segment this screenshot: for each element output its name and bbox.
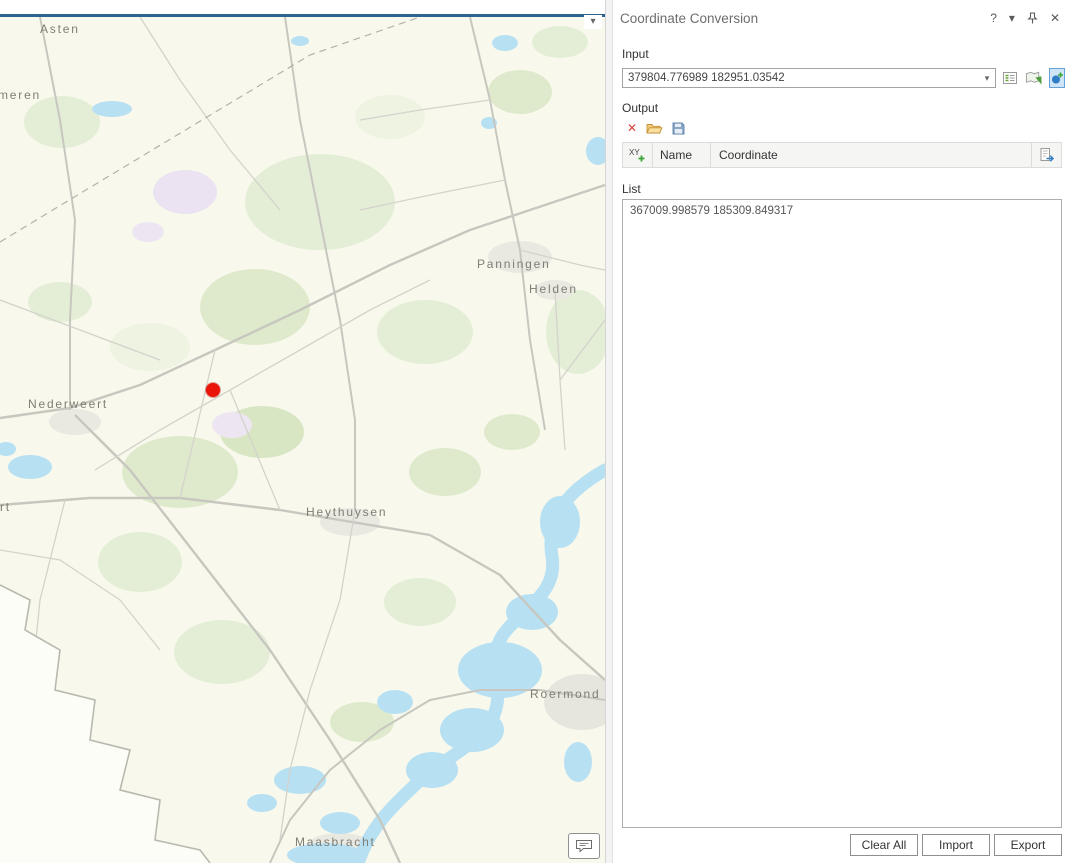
save-icon[interactable] <box>672 122 685 135</box>
clear-all-button[interactable]: Clear All <box>850 834 918 856</box>
table-options-icon[interactable] <box>1031 143 1061 167</box>
map-label: rt <box>0 500 11 514</box>
add-coordinate-type-icon[interactable]: XY <box>623 143 653 167</box>
map-label: Asten <box>40 22 80 36</box>
panel-header-icons: ? ▾ ✕ <box>990 11 1060 25</box>
delete-icon[interactable]: ✕ <box>627 121 637 135</box>
map-notes-button[interactable] <box>568 833 600 859</box>
combo-dropdown-icon[interactable]: ▾ <box>981 71 993 85</box>
map-pane: ▾ Asten meren Panningen Helden Nederweer… <box>0 0 605 863</box>
output-toolbar: ✕ <box>627 119 1068 137</box>
coordinate-input-combo[interactable]: ▾ <box>622 68 996 88</box>
panel-buttons: Clear All Import Export <box>613 834 1062 856</box>
close-icon[interactable]: ✕ <box>1050 11 1060 25</box>
chevron-down-icon[interactable]: ▾ <box>1009 11 1015 25</box>
map-label: Panningen <box>477 257 551 271</box>
output-label: Output <box>622 101 659 115</box>
map-label: Maasbracht <box>295 835 376 849</box>
map-label: Helden <box>529 282 578 296</box>
list-label: List <box>622 182 641 196</box>
coordinate-column-header[interactable]: Coordinate <box>711 143 1031 167</box>
map-label: Heythuysen <box>306 505 388 519</box>
input-label: Input <box>622 47 649 61</box>
list-item[interactable]: 367009.998579 185309.849317 <box>623 200 1061 220</box>
xy-icon-text: XY <box>629 148 640 157</box>
coordinate-conversion-panel: Coordinate Conversion ? ▾ ✕ Input ▾ <box>613 0 1068 863</box>
input-format-settings-icon[interactable] <box>1001 68 1019 88</box>
coordinate-list[interactable]: 367009.998579 185309.849317 <box>622 199 1062 828</box>
map-label: meren <box>0 88 42 102</box>
map-view-dropdown-icon[interactable]: ▾ <box>584 15 602 29</box>
coordinate-input-field[interactable] <box>623 69 980 87</box>
map-view-header <box>0 0 605 14</box>
help-icon[interactable]: ? <box>990 11 997 25</box>
import-button[interactable]: Import <box>922 834 990 856</box>
flash-location-icon[interactable] <box>1024 68 1044 88</box>
add-point-tool-icon[interactable] <box>1049 68 1065 88</box>
map-label: Nederweert <box>28 397 109 411</box>
input-row: ▾ <box>622 68 1065 88</box>
panel-title: Coordinate Conversion <box>620 10 759 26</box>
pane-splitter[interactable] <box>605 0 613 863</box>
note-icon <box>576 840 592 853</box>
map-marker <box>206 383 220 397</box>
panel-header: Coordinate Conversion ? ▾ ✕ <box>613 0 1068 36</box>
open-folder-icon[interactable] <box>646 122 663 135</box>
map-label: Roermond <box>530 687 601 701</box>
map-view[interactable]: Asten meren Panningen Helden Nederweert … <box>0 17 605 863</box>
export-button[interactable]: Export <box>994 834 1062 856</box>
basemap-graphic <box>0 17 605 863</box>
output-table-header: XY Name Coordinate <box>622 142 1062 168</box>
pin-icon[interactable] <box>1027 12 1038 24</box>
name-column-header[interactable]: Name <box>653 143 711 167</box>
app-window: ▾ Asten meren Panningen Helden Nederweer… <box>0 0 1068 863</box>
